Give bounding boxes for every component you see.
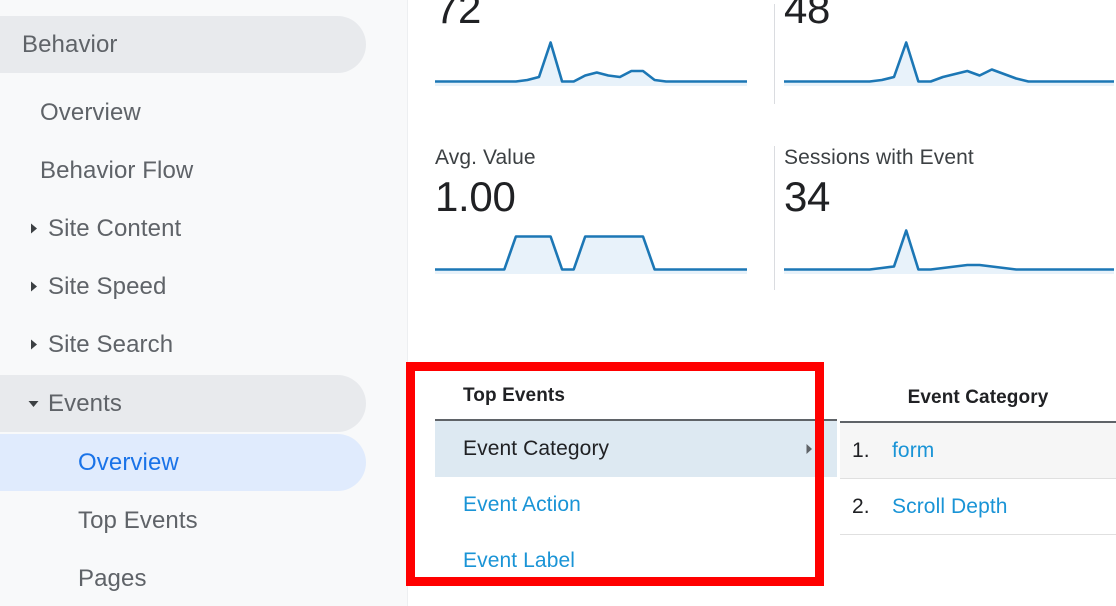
metric-sparkline — [784, 226, 1114, 274]
chevron-right-icon[interactable] — [22, 222, 44, 235]
metrics-divider-bottom — [774, 146, 775, 290]
top-events-row-event-category[interactable]: Event Category — [435, 421, 837, 477]
top-events-row-label: Event Label — [463, 549, 576, 572]
metric-card-1: 72 — [435, 0, 747, 86]
sidebar-item-label: Behavior Flow — [40, 156, 194, 184]
row-rank: 2. — [852, 494, 870, 518]
table-row: 2. Scroll Depth — [840, 479, 1116, 535]
metric-value: 48 — [784, 0, 831, 32]
event-category-link[interactable]: Scroll Depth — [892, 495, 1008, 519]
sidebar-item-top-events[interactable]: Top Events — [0, 492, 366, 549]
sidebar-item-events[interactable]: Events — [0, 375, 366, 432]
metrics-divider-top — [774, 4, 775, 104]
sidebar-item-site-search[interactable]: Site Search — [0, 316, 366, 373]
sidebar-item-label: Events — [48, 389, 122, 417]
sidebar-item-label: Overview — [40, 98, 141, 126]
table-row: 1. form — [840, 423, 1116, 479]
metric-sparkline — [784, 38, 1114, 86]
sidebar-item-label: Top Events — [78, 506, 198, 534]
metric-card-4: Sessions with Event 34 — [784, 146, 1114, 274]
caret-right-icon[interactable] — [803, 443, 815, 455]
sidebar-item-behavior[interactable]: Behavior — [0, 16, 366, 73]
sidebar: Behavior Overview Behavior Flow Site Conten… — [0, 0, 408, 606]
event-category-link[interactable]: form — [892, 439, 934, 463]
event-category-panel: Event Category 1. form 2. Scroll Depth — [840, 373, 1116, 535]
top-events-row-event-action[interactable]: Event Action — [435, 477, 837, 533]
metric-sparkline — [435, 226, 747, 274]
sidebar-item-overview[interactable]: Overview — [0, 84, 366, 141]
metric-card-3: Avg. Value 1.00 — [435, 146, 747, 274]
sidebar-item-overview[interactable]: Overview — [0, 434, 366, 491]
metric-card-2: 48 — [784, 0, 1114, 86]
top-events-title: Top Events — [435, 371, 837, 421]
metric-value: 34 — [784, 173, 831, 220]
chevron-right-icon[interactable] — [22, 338, 44, 351]
top-events-row-label: Event Action — [463, 493, 581, 516]
metric-label: Avg. Value — [435, 146, 536, 169]
metric-value: 1.00 — [435, 173, 516, 220]
sidebar-item-pages[interactable]: Pages — [0, 550, 366, 606]
sidebar-item-site-content[interactable]: Site Content — [0, 200, 366, 257]
metric-label: Sessions with Event — [784, 146, 974, 169]
top-events-row-label: Event Category — [463, 437, 610, 460]
top-events-row-event-label[interactable]: Event Label — [435, 533, 837, 589]
metric-sparkline — [435, 38, 747, 86]
metric-value: 72 — [435, 0, 482, 32]
sidebar-item-label: Site Search — [48, 330, 174, 358]
row-rank: 1. — [852, 438, 870, 462]
sidebar-item-label: Site Content — [48, 214, 182, 242]
sidebar-item-label: Pages — [78, 564, 147, 592]
chevron-right-icon[interactable] — [22, 280, 44, 293]
top-events-list: Event Category Event Action Event Label — [435, 421, 837, 589]
chevron-down-icon[interactable] — [22, 397, 44, 410]
event-category-list: 1. form 2. Scroll Depth — [840, 423, 1116, 535]
top-events-panel: Top Events Event Category Event Action Eve… — [435, 371, 837, 589]
main-content: 72 48 Avg. Value 1.00 Sessions with Event 34 … — [409, 0, 1116, 606]
sidebar-item-label: Overview — [78, 448, 179, 476]
sidebar-item-site-speed[interactable]: Site Speed — [0, 258, 366, 315]
sidebar-item-label: Site Speed — [48, 272, 167, 300]
sidebar-item-label: Behavior — [22, 30, 118, 58]
event-category-title: Event Category — [840, 373, 1116, 423]
sidebar-item-behavior-flow[interactable]: Behavior Flow — [0, 142, 366, 199]
